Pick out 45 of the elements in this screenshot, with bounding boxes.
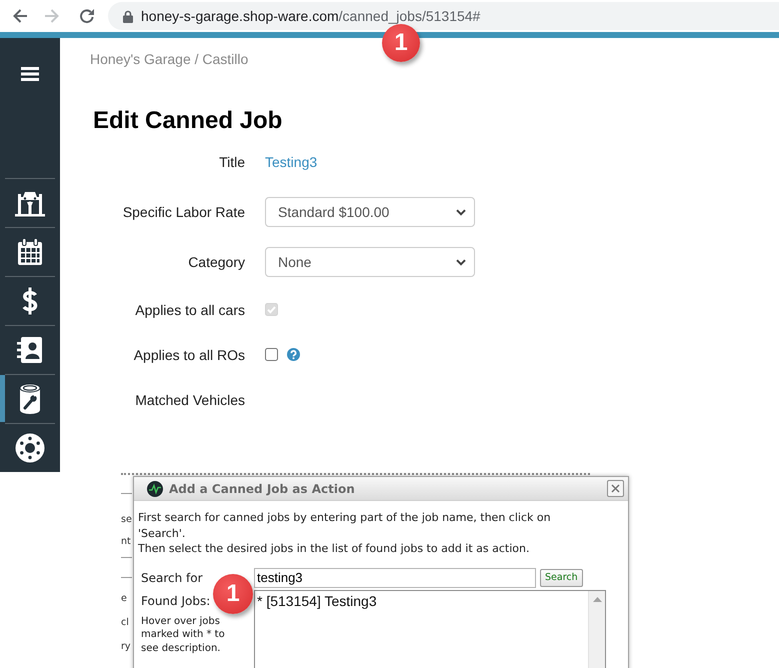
field-label: Matched Vehicles <box>134 392 245 408</box>
menu-icon <box>21 67 39 81</box>
calendar-icon <box>17 238 43 266</box>
search-field[interactable]: testing3 <box>254 568 536 588</box>
url-text: honey-s-garage.shop-ware.com/canned_jobs/513154# <box>141 9 480 23</box>
field-label: Category <box>187 254 245 270</box>
contact-book-icon <box>17 336 43 364</box>
instructions-text: Then select the desired jobs in the list of found jobs to add it as action. <box>138 541 530 556</box>
scroll-up-arrow-icon <box>592 596 602 602</box>
cut-off-text: nt <box>121 535 132 549</box>
page-heading: Edit Canned Job <box>93 106 282 136</box>
job-list-item[interactable]: * [513154] Testing3 <box>255 590 588 610</box>
field-label: Title <box>218 154 245 170</box>
dropdown[interactable]: None <box>265 247 475 277</box>
field-label: Applies to all ROs <box>132 346 245 362</box>
cut-off-text: ry <box>121 640 132 654</box>
caret-icon <box>456 258 466 266</box>
title-link[interactable]: Testing3 <box>265 154 318 170</box>
close-button[interactable] <box>607 480 624 497</box>
dollar-icon <box>21 286 39 316</box>
checkbox[interactable] <box>265 348 278 361</box>
search-label: Search for <box>141 570 204 584</box>
close-icon <box>611 484 620 493</box>
field-label: Applies to all cars <box>134 302 245 318</box>
instructions-text: First search for canned jobs by entering part of the job name, then click on 'Search'. <box>138 510 552 541</box>
help-icon[interactable] <box>287 348 300 361</box>
back-arrow-icon[interactable] <box>12 8 28 24</box>
reload-icon[interactable] <box>79 8 95 24</box>
cut-off-text: cl <box>121 616 130 630</box>
can-wrench-icon <box>19 382 41 414</box>
cut-off-text: e <box>121 592 128 606</box>
callout-badge: 1 <box>382 24 420 62</box>
lock-icon <box>123 10 133 22</box>
jobs-list[interactable]: * [513154] Testing3 <box>254 590 606 668</box>
found-jobs-label: Found Jobs: <box>141 592 210 610</box>
pulse-logo-icon <box>147 480 163 496</box>
field-label: Specific Labor Rate <box>122 204 245 220</box>
dialog-title: Add a Canned Job as Action <box>169 482 355 496</box>
dropdown[interactable]: Standard $100.00 <box>265 197 475 227</box>
address-bar[interactable]: honey-s-garage.shop-ware.com/canned_jobs/513154# <box>108 2 779 30</box>
search-button[interactable]: Search <box>540 568 583 586</box>
wheel-icon <box>15 432 45 462</box>
cut-off-text: se <box>121 513 133 527</box>
caret-icon <box>456 208 466 216</box>
hint-text: Hover over jobs marked with * to see description. <box>141 614 226 655</box>
